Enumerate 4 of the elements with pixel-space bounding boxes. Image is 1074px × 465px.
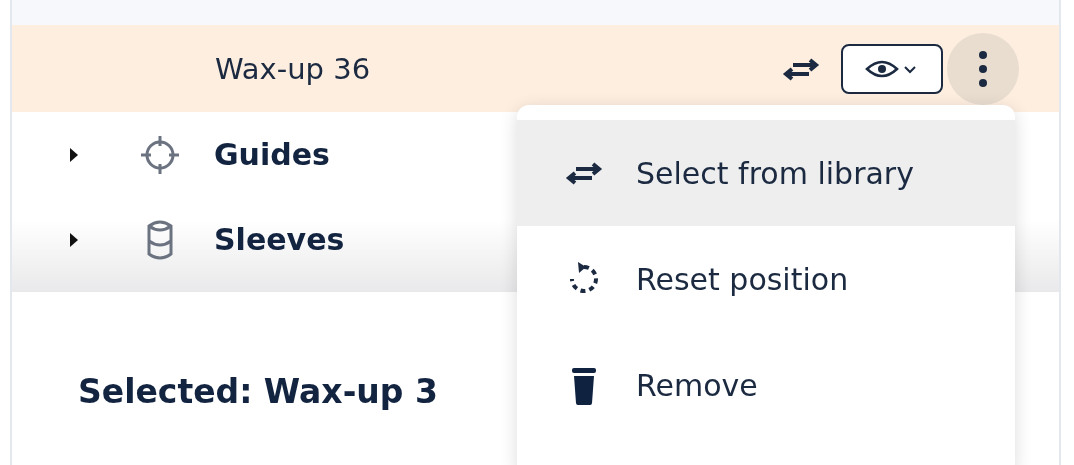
tree-label: Guides — [214, 137, 330, 172]
selection-text: Selected: Wax-up 3 — [78, 372, 438, 411]
layer-name: Wax-up 36 — [215, 51, 372, 86]
tree-label: Sleeves — [214, 222, 345, 257]
